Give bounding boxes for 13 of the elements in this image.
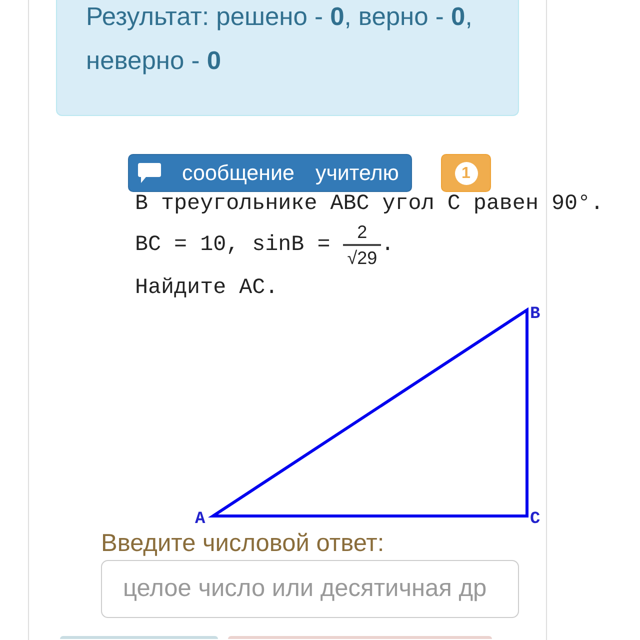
partial-button[interactable] bbox=[60, 636, 218, 639]
problem-text: В треугольнике ABC угол C равен 90°. bbox=[135, 192, 604, 216]
speech-bubble-icon bbox=[138, 163, 161, 183]
vertex-label: C bbox=[530, 510, 540, 529]
partial-button[interactable] bbox=[228, 636, 492, 639]
vertex-label: B bbox=[530, 305, 540, 324]
result-message: Результат: решено - 0, верно - 0, неверно - 0 bbox=[56, 0, 519, 116]
problem-text: Найдите AC. bbox=[135, 276, 280, 300]
vertex-label: A bbox=[195, 510, 206, 529]
answer-label: Введите числовой ответ: bbox=[101, 530, 384, 558]
message-teacher-button[interactable]: сообщение учителю bbox=[128, 154, 412, 192]
problem-text: BC = 10, sinB = bbox=[135, 233, 332, 257]
answer-input-field[interactable]: целое число или десятичная др bbox=[101, 560, 519, 618]
